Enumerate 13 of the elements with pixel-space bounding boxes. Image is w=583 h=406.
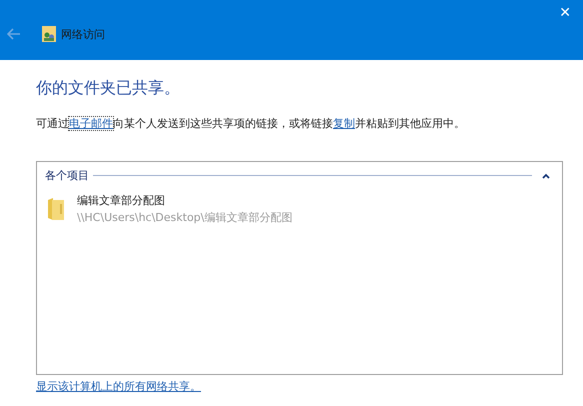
item-path: \\HC\Users\hc\Desktop\编辑文章部分配图 (77, 210, 292, 225)
folder-icon (47, 197, 65, 221)
inline-link[interactable]: 复制 (333, 117, 355, 130)
shared-folder-icon (42, 26, 56, 42)
description-text: 可通过电子邮件向某个人发送到这些共享项的链接，或将链接复制并粘贴到其他应用中。 (36, 116, 466, 132)
collapse-caret-icon[interactable] (542, 172, 550, 178)
heading: 你的文件夹已共享。 (36, 78, 181, 99)
network-shares-link[interactable]: 显示该计算机上的所有网络共享。 (36, 379, 201, 394)
group-title: 各个项目 (45, 168, 89, 183)
close-button[interactable]: ✕ (547, 0, 583, 26)
item-name: 编辑文章部分配图 (77, 193, 166, 208)
window-title: 网络访问 (61, 26, 105, 42)
inline-link[interactable]: 电子邮件 (69, 117, 113, 130)
